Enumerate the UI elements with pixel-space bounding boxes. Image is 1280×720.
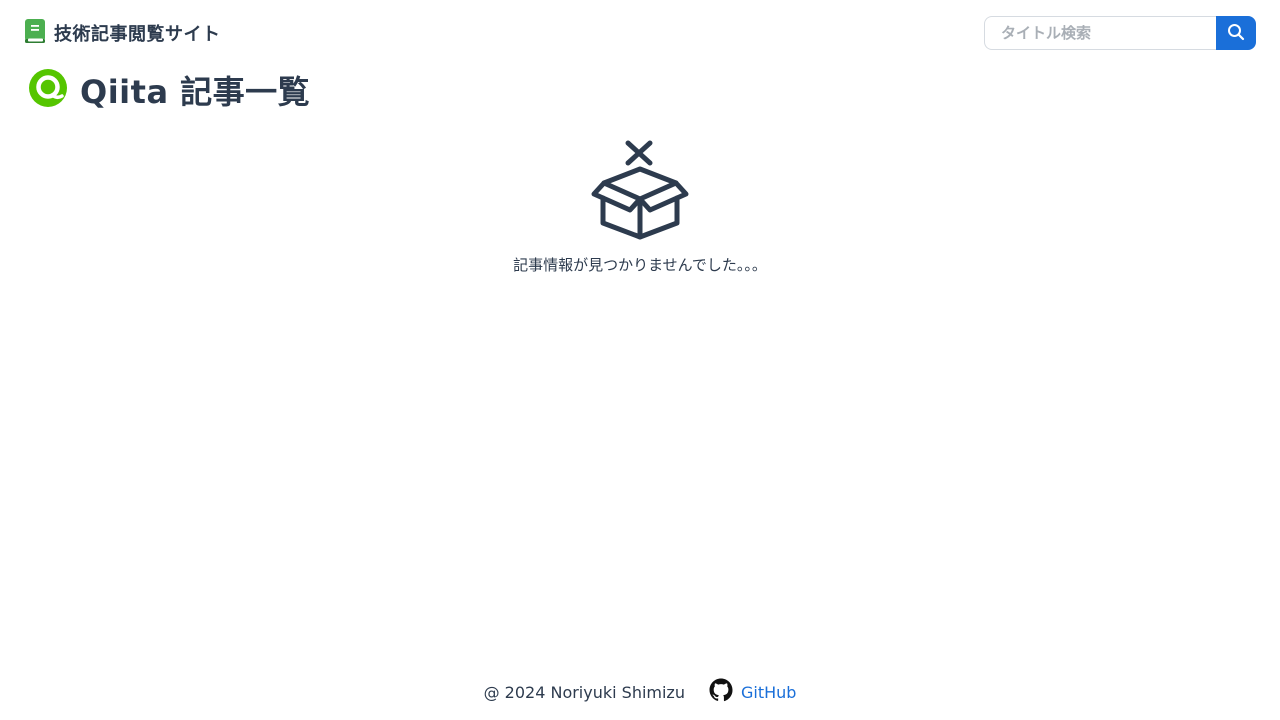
site-title: 技術記事閲覧サイト bbox=[54, 24, 221, 45]
empty-box-icon bbox=[590, 138, 690, 244]
github-link-label: GitHub bbox=[740, 682, 797, 702]
copyright-text: @ 2024 Noriyuki Shimizu bbox=[483, 682, 685, 702]
page-heading: Qiita 記事一覧 bbox=[28, 68, 311, 112]
empty-state: 記事情報が見つかりませんでした。。。 bbox=[0, 138, 1280, 275]
search-input[interactable] bbox=[984, 16, 1216, 50]
empty-message: 記事情報が見つかりませんでした。。。 bbox=[513, 256, 767, 274]
search-bar bbox=[984, 16, 1256, 50]
github-link[interactable]: GitHub bbox=[709, 678, 796, 706]
book-icon bbox=[24, 18, 46, 48]
site-footer: @ 2024 Noriyuki Shimizu GitHub bbox=[0, 678, 1280, 706]
github-icon bbox=[709, 678, 733, 706]
site-header: 技術記事閲覧サイト bbox=[0, 0, 1280, 64]
search-button[interactable] bbox=[1216, 16, 1256, 50]
site-brand-link[interactable]: 技術記事閲覧サイト bbox=[24, 18, 221, 48]
qiita-logo-icon bbox=[28, 68, 68, 112]
page-title: Qiita 記事一覧 bbox=[80, 73, 311, 111]
search-icon bbox=[1227, 23, 1245, 44]
